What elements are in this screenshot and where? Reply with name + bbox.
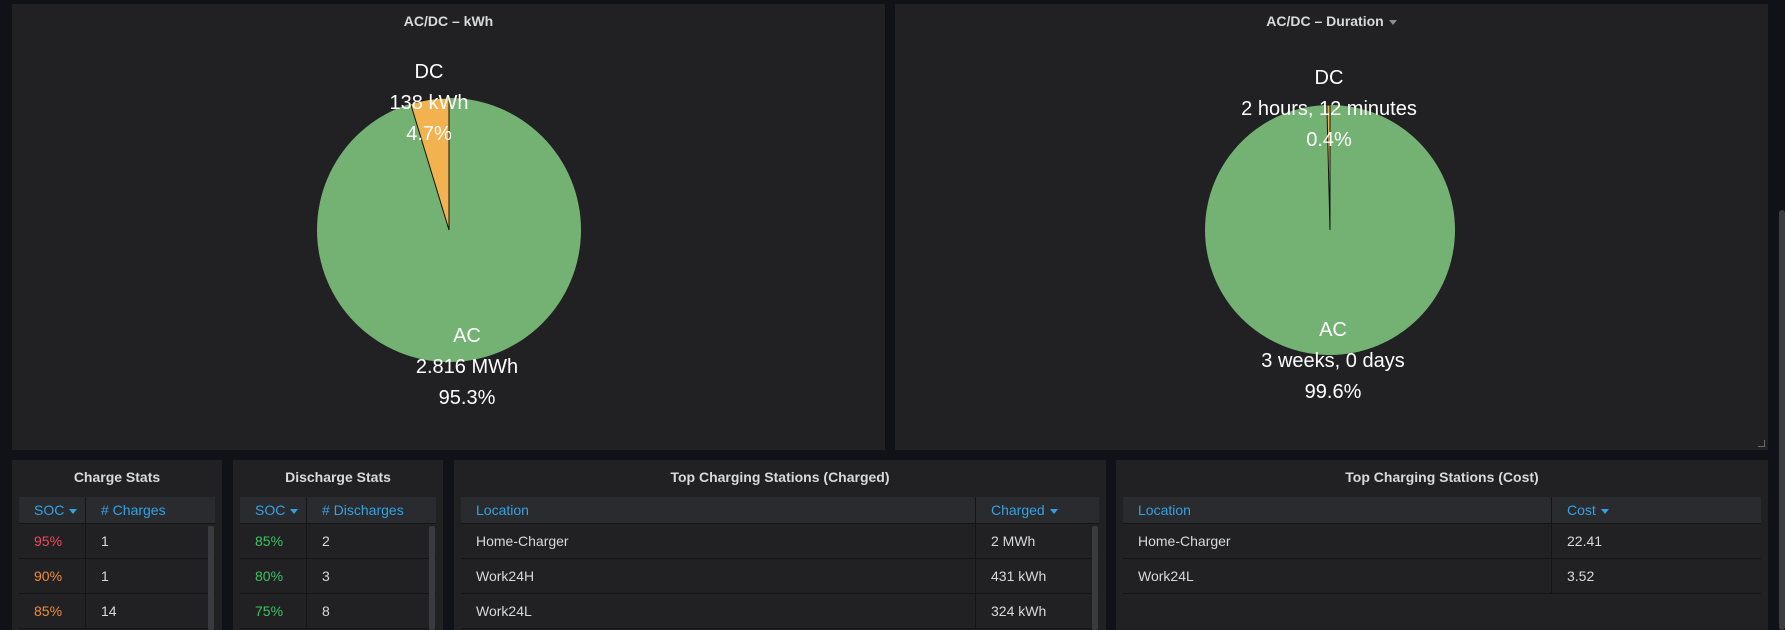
pie-label-ac-value: 3 weeks, 0 days	[1261, 350, 1404, 372]
panel-title[interactable]: Charge Stats	[12, 469, 222, 485]
charges-column-header[interactable]: # Charges	[85, 497, 215, 523]
table-row: 75% 8	[240, 594, 436, 629]
pie-label-ac-value: 2.816 MWh	[416, 356, 518, 378]
table-row: 85% 2	[240, 524, 436, 559]
table-row: Home-Charger 22.41	[1123, 524, 1761, 559]
top-cost-table: Location Cost Home-Charger 22.41 Work24L 3.…	[1123, 497, 1761, 630]
pie-label-dc-percent: 0.4%	[1306, 129, 1352, 151]
pie-label-ac-percent: 95.3%	[439, 387, 496, 409]
discharge-stats-panel: Discharge Stats SOC # Discharges 85% 2 80%…	[233, 460, 443, 630]
count-cell: 1	[85, 559, 215, 593]
table-row: Home-Charger 2 MWh	[461, 524, 1099, 559]
pie-label-ac-percent: 99.6%	[1305, 381, 1362, 403]
pie-label-dc-percent: 4.7%	[406, 123, 452, 145]
top-charged-table: Location Charged Home-Charger 2 MWh Work24…	[461, 497, 1099, 630]
table-row: 80% 3	[240, 559, 436, 594]
pie-label-dc-value: 138 kWh	[390, 92, 469, 114]
soc-cell: 75%	[255, 603, 284, 619]
charged-cell: 2 MWh	[975, 524, 1099, 558]
pie-label-dc-label: DC	[1315, 67, 1344, 89]
duration-pie-panel: AC/DC – Duration DC 2 hours, 12 minutes 0.…	[895, 4, 1768, 450]
soc-cell: 85%	[34, 603, 63, 619]
table-header: SOC # Charges	[19, 497, 215, 524]
table-header: SOC # Discharges	[240, 497, 436, 524]
table-row: 90% 1	[19, 559, 215, 594]
location-cell: Work24H	[476, 568, 535, 584]
soc-cell: 85%	[255, 533, 284, 549]
table-row: 95% 1	[19, 524, 215, 559]
panel-title[interactable]: Top Charging Stations (Cost)	[1116, 469, 1768, 485]
pie-label-ac-label: AC	[1319, 319, 1347, 341]
location-cell: Work24L	[1138, 568, 1194, 584]
pie-label-dc-value: 2 hours, 12 minutes	[1241, 98, 1417, 120]
charged-column-header[interactable]: Charged	[975, 497, 1099, 523]
soc-column-header[interactable]: SOC	[240, 497, 306, 523]
location-cell: Work24L	[476, 603, 532, 619]
caret-down-icon	[290, 508, 299, 514]
location-column-header[interactable]: Location	[461, 497, 975, 523]
table-row: Work24H 431 kWh	[461, 559, 1099, 594]
pie-label-dc-label: DC	[415, 61, 444, 83]
kwh-pie-panel: AC/DC – kWh DC 138 kWh 4.7% AC 2.816 MWh 95.3…	[12, 4, 885, 450]
top-charged-panel: Top Charging Stations (Charged) Location…	[454, 460, 1106, 630]
location-cell: Home-Charger	[1138, 533, 1231, 549]
charge-stats-panel: Charge Stats SOC # Charges 95% 1 90% 1 85% 14	[12, 460, 222, 630]
duration-pie-chart: DC 2 hours, 12 minutes 0.4% AC 3 weeks, 0 da…	[1205, 67, 1455, 403]
charged-cell: 431 kWh	[975, 559, 1099, 593]
cost-column-header[interactable]: Cost	[1551, 497, 1761, 523]
caret-down-icon	[1600, 508, 1609, 514]
count-cell: 3	[306, 559, 436, 593]
soc-column-header[interactable]: SOC	[19, 497, 85, 523]
table-row: 85% 14	[19, 594, 215, 629]
pie-label-ac-label: AC	[453, 325, 481, 347]
top-cost-panel: Top Charging Stations (Cost) Location Co…	[1116, 460, 1768, 630]
table-row: Work24L 3.52	[1123, 559, 1761, 594]
charge-stats-table: SOC # Charges 95% 1 90% 1 85% 14	[19, 497, 215, 630]
cost-cell: 22.41	[1551, 524, 1761, 558]
soc-cell: 95%	[34, 533, 63, 549]
count-cell: 14	[85, 594, 215, 628]
scrollbar[interactable]	[208, 526, 214, 630]
cost-cell: 3.52	[1551, 559, 1761, 593]
location-cell: Home-Charger	[476, 533, 569, 549]
count-cell: 2	[306, 524, 436, 558]
count-cell: 1	[85, 524, 215, 558]
location-column-header[interactable]: Location	[1123, 497, 1551, 523]
discharges-column-header[interactable]: # Discharges	[306, 497, 436, 523]
discharge-stats-table: SOC # Discharges 85% 2 80% 3 75% 8	[240, 497, 436, 630]
scrollbar[interactable]	[1092, 526, 1098, 630]
caret-down-icon	[69, 508, 78, 514]
page-scrollbar[interactable]	[1779, 210, 1785, 630]
charged-cell: 324 kWh	[975, 594, 1099, 628]
panel-title[interactable]: Top Charging Stations (Charged)	[454, 469, 1106, 485]
caret-down-icon	[1049, 508, 1058, 514]
table-row: Work24L 324 kWh	[461, 594, 1099, 629]
table-header: Location Charged	[461, 497, 1099, 524]
soc-cell: 80%	[255, 568, 284, 584]
resize-handle[interactable]	[1758, 440, 1765, 447]
table-header: Location Cost	[1123, 497, 1761, 524]
scrollbar[interactable]	[429, 526, 435, 630]
panel-title[interactable]: Discharge Stats	[233, 469, 443, 485]
soc-cell: 90%	[34, 568, 63, 584]
kwh-pie-chart: DC 138 kWh 4.7% AC 2.816 MWh 95.3%	[317, 61, 581, 409]
count-cell: 8	[306, 594, 436, 628]
